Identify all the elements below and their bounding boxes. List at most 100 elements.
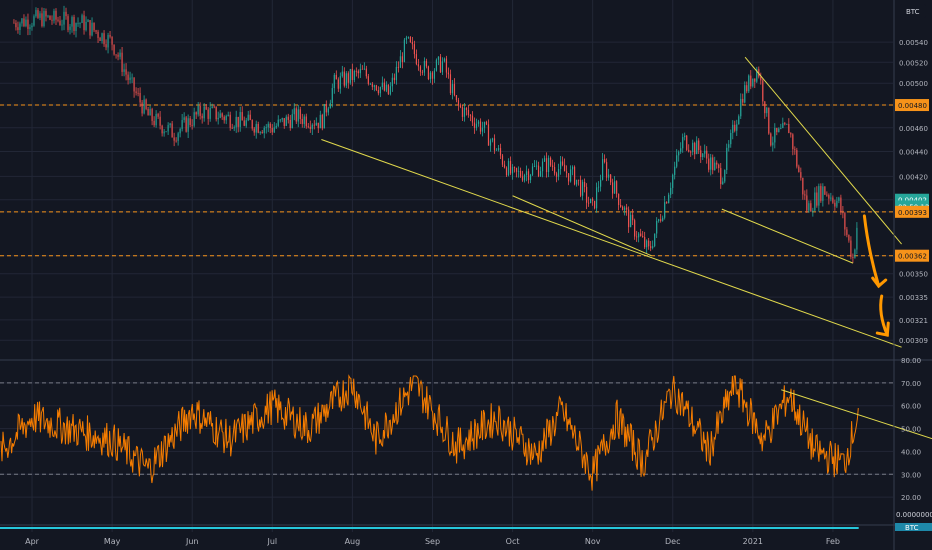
candle-body bbox=[425, 60, 428, 67]
candle-body bbox=[583, 181, 586, 187]
candle-body bbox=[624, 207, 626, 211]
chart-canvas[interactable]: 0.00309 0.00321 0.00335 0.00350 0.00362 0.003… bbox=[0, 0, 932, 550]
candle-body bbox=[824, 186, 826, 195]
candle-body bbox=[125, 69, 127, 75]
candle-body bbox=[818, 186, 820, 206]
candle-body bbox=[696, 140, 698, 155]
candle-body bbox=[658, 219, 660, 221]
candle-body bbox=[814, 192, 816, 211]
candle-body bbox=[109, 35, 111, 37]
candle-body bbox=[229, 114, 231, 128]
candle-body bbox=[53, 10, 55, 21]
candle-body bbox=[501, 155, 504, 165]
candle-body bbox=[345, 73, 347, 86]
candle-body bbox=[75, 23, 77, 31]
candle-body bbox=[117, 54, 119, 57]
candle-body bbox=[838, 197, 840, 201]
candle-body bbox=[383, 82, 385, 91]
candle-body bbox=[704, 150, 706, 154]
candle-body bbox=[816, 192, 818, 206]
candle-body bbox=[279, 119, 281, 121]
candle-body bbox=[367, 76, 369, 84]
candle-body bbox=[728, 144, 730, 148]
candle-body bbox=[417, 64, 420, 67]
candle-body bbox=[608, 174, 610, 178]
candle-body bbox=[29, 27, 31, 29]
time-tick-label: 2021 bbox=[743, 537, 763, 546]
candle-body bbox=[515, 167, 518, 172]
candle-body bbox=[179, 128, 181, 134]
candle-body bbox=[423, 60, 426, 73]
candle-body bbox=[491, 138, 494, 141]
candle-body bbox=[405, 37, 407, 40]
time-axis[interactable]: Apr May Jun Jul Aug Sep Oct Nov Dec 2021 Feb bbox=[25, 537, 840, 546]
candle-body bbox=[15, 22, 17, 28]
candle-body bbox=[81, 15, 83, 23]
candle-body bbox=[563, 164, 566, 172]
candle-body bbox=[497, 148, 500, 150]
candle-body bbox=[648, 240, 650, 247]
candle-body bbox=[471, 115, 474, 123]
candle-body bbox=[600, 179, 602, 187]
candle-body bbox=[447, 72, 450, 75]
candle-body bbox=[553, 167, 556, 174]
candle-body bbox=[754, 78, 756, 82]
candle-body bbox=[395, 66, 397, 81]
candle-body bbox=[269, 123, 271, 129]
candle-body bbox=[694, 142, 696, 155]
price-tick-label: 0.00420 bbox=[899, 173, 928, 181]
candle-body bbox=[606, 162, 608, 178]
candle-body bbox=[63, 11, 65, 25]
time-tick-label: Jul bbox=[266, 537, 277, 546]
candle-body bbox=[640, 233, 642, 236]
candle-body bbox=[596, 187, 598, 209]
candle-body bbox=[720, 168, 722, 185]
candle-body bbox=[47, 15, 49, 17]
candle-body bbox=[45, 11, 47, 17]
candle-body bbox=[660, 219, 662, 221]
candle-body bbox=[591, 198, 594, 201]
candle-body bbox=[361, 68, 363, 70]
candle-body bbox=[800, 172, 802, 178]
candle-body bbox=[131, 77, 133, 79]
time-tick-label: Nov bbox=[585, 537, 601, 546]
price-tick-label: 0.00335 bbox=[899, 294, 928, 302]
price-tick-label: 0.00440 bbox=[899, 149, 928, 157]
candle-body bbox=[646, 240, 648, 248]
candle-body bbox=[812, 210, 814, 212]
candle-body bbox=[808, 203, 810, 211]
candle-body bbox=[233, 127, 235, 129]
candle-body bbox=[139, 92, 141, 103]
candle-body bbox=[123, 69, 125, 72]
candle-body bbox=[826, 194, 828, 196]
candle-body bbox=[263, 127, 265, 134]
candle-body bbox=[397, 66, 399, 68]
candle-body bbox=[664, 202, 666, 218]
candle-body bbox=[670, 187, 672, 195]
candle-body bbox=[211, 106, 213, 108]
price-axis[interactable]: 0.00309 0.00321 0.00335 0.00350 0.00362 0.003… bbox=[893, 0, 929, 550]
candle-body bbox=[173, 137, 175, 141]
price-candles bbox=[13, 5, 858, 264]
candle-body bbox=[13, 22, 15, 24]
candle-body bbox=[632, 214, 634, 221]
candle-body bbox=[796, 150, 798, 167]
candle-body bbox=[764, 101, 766, 114]
candle-body bbox=[327, 108, 329, 113]
price-tick-label: 0.00350 bbox=[899, 271, 928, 279]
candle-body bbox=[666, 202, 668, 204]
candle-body bbox=[716, 162, 718, 165]
candle-body bbox=[357, 71, 359, 74]
candle-body bbox=[587, 202, 590, 204]
candle-body bbox=[203, 106, 205, 119]
candle-body bbox=[169, 123, 171, 126]
candle-body bbox=[832, 197, 834, 203]
candle-body bbox=[509, 161, 512, 174]
candle-body bbox=[143, 99, 145, 114]
candle-body bbox=[726, 147, 728, 171]
rsi-tick-label: 60.00 bbox=[901, 403, 921, 411]
candle-body bbox=[836, 200, 838, 207]
candle-body bbox=[351, 68, 353, 81]
candle-body bbox=[788, 123, 790, 134]
candle-body bbox=[842, 212, 844, 214]
